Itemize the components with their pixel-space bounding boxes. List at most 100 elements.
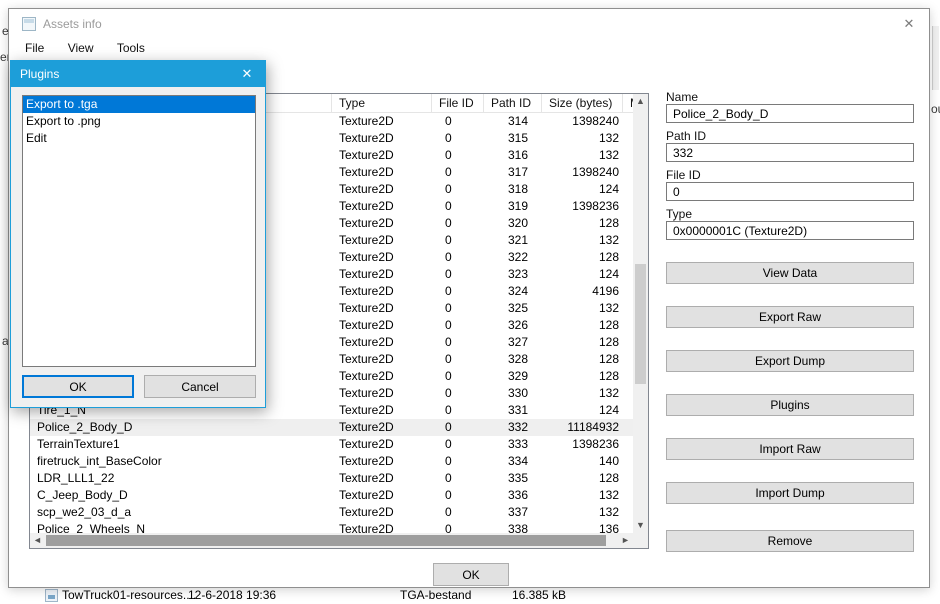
name-field[interactable] — [666, 104, 914, 123]
cell-type: Texture2D — [339, 505, 394, 519]
cell-name: Police_2_Wheels_N — [37, 522, 146, 533]
plugin-item[interactable]: Export to .png — [23, 113, 255, 130]
cell-fileid: 0 — [445, 114, 452, 128]
plugins-cancel-button[interactable]: Cancel — [144, 375, 256, 398]
cell-type: Texture2D — [339, 165, 394, 179]
cell-pathid: 321 — [507, 233, 528, 247]
import-dump-button[interactable]: Import Dump — [666, 482, 914, 504]
cell-mod — [623, 232, 633, 249]
type-field[interactable] — [666, 221, 914, 240]
cell-pathid: 323 — [507, 267, 528, 281]
cell-mod — [623, 198, 633, 215]
vertical-scroll-thumb[interactable] — [635, 264, 646, 384]
cell-type: Texture2D — [339, 369, 394, 383]
table-row[interactable]: Police_2_Body_D Texture2D 0 332 11184932 — [30, 419, 633, 436]
plugins-dialog: Plugins ✕ Export to .tga Export to .png Ed… — [10, 60, 266, 408]
path-id-field[interactable] — [666, 143, 914, 162]
cell-name: TerrainTexture1 — [37, 437, 120, 451]
export-dump-button[interactable]: Export Dump — [666, 350, 914, 372]
cell-name: LDR_LLL1_22 — [37, 471, 115, 485]
cell-size: 128 — [598, 471, 619, 485]
background-scrollbar-fragment — [932, 26, 939, 90]
cell-pathid: 335 — [507, 471, 528, 485]
cell-fileid: 0 — [445, 505, 452, 519]
table-row[interactable]: firetruck_int_BaseColor Texture2D 0 334 140 — [30, 453, 633, 470]
background-text-fragment: ou — [931, 102, 940, 116]
scroll-down-icon[interactable]: ▼ — [633, 518, 648, 533]
import-raw-button[interactable]: Import Raw — [666, 438, 914, 460]
cell-size: 124 — [598, 182, 619, 196]
background-explorer-file-row[interactable]: TowTruck01-resources.... 12-6-2018 19:36… — [0, 588, 940, 604]
cell-pathid: 336 — [507, 488, 528, 502]
cell-type: Texture2D — [339, 267, 394, 281]
plugins-dialog-close-icon[interactable]: ✕ — [238, 66, 256, 82]
column-header-size[interactable]: Size (bytes) — [542, 94, 623, 113]
plugins-ok-button[interactable]: OK — [22, 375, 134, 398]
cell-mod — [623, 504, 633, 521]
cell-type: Texture2D — [339, 199, 394, 213]
horizontal-scroll-thumb[interactable] — [46, 535, 606, 546]
table-row[interactable]: scp_we2_03_d_a Texture2D 0 337 132 — [30, 504, 633, 521]
table-row[interactable]: C_Jeep_Body_D Texture2D 0 336 132 — [30, 487, 633, 504]
cell-size: 124 — [598, 267, 619, 281]
cell-mod — [623, 436, 633, 453]
ok-button[interactable]: OK — [433, 563, 509, 586]
horizontal-scrollbar[interactable]: ◄ ► — [30, 533, 633, 548]
cell-pathid: 316 — [507, 148, 528, 162]
file-date: 12-6-2018 19:36 — [188, 588, 277, 602]
table-row[interactable]: Police_2_Wheels_N Texture2D 0 338 136 — [30, 521, 633, 533]
view-data-button[interactable]: View Data — [666, 262, 914, 284]
scroll-left-icon[interactable]: ◄ — [30, 533, 45, 548]
table-row[interactable]: LDR_LLL1_22 Texture2D 0 335 128 — [30, 470, 633, 487]
cell-pathid: 320 — [507, 216, 528, 230]
remove-button[interactable]: Remove — [666, 530, 914, 552]
plugins-list[interactable]: Export to .tga Export to .png Edit — [22, 95, 256, 367]
cell-fileid: 0 — [445, 148, 452, 162]
cell-fileid: 0 — [445, 199, 452, 213]
scroll-right-icon[interactable]: ► — [618, 533, 633, 548]
cell-mod — [623, 283, 633, 300]
cell-mod — [623, 419, 633, 436]
cell-mod — [623, 334, 633, 351]
menu-file[interactable]: File — [15, 37, 54, 59]
menu-view[interactable]: View — [58, 37, 104, 59]
cell-fileid: 0 — [445, 454, 452, 468]
table-row[interactable]: TerrainTexture1 Texture2D 0 333 1398236 — [30, 436, 633, 453]
cell-size: 136 — [598, 522, 619, 533]
cell-fileid: 0 — [445, 352, 452, 366]
cell-pathid: 327 — [507, 335, 528, 349]
plugin-item[interactable]: Edit — [23, 130, 255, 147]
title-bar[interactable]: Assets info ✕ — [9, 9, 929, 39]
cell-mod — [623, 249, 633, 266]
cell-pathid: 322 — [507, 250, 528, 264]
close-icon[interactable]: ✕ — [899, 15, 919, 33]
menu-tools[interactable]: Tools — [107, 37, 155, 59]
cell-pathid: 319 — [507, 199, 528, 213]
cell-mod — [623, 113, 633, 130]
file-id-field[interactable] — [666, 182, 914, 201]
cell-fileid: 0 — [445, 471, 452, 485]
app-icon — [22, 17, 36, 31]
scroll-up-icon[interactable]: ▲ — [633, 94, 648, 109]
cell-mod — [623, 215, 633, 232]
plugins-dialog-title-bar[interactable]: Plugins ✕ — [11, 61, 265, 87]
cell-pathid: 317 — [507, 165, 528, 179]
window-title: Assets info — [43, 17, 102, 31]
cell-type: Texture2D — [339, 403, 394, 417]
column-header-modified[interactable]: M — [623, 94, 633, 113]
vertical-scrollbar[interactable]: ▲ ▼ — [633, 94, 648, 533]
cell-fileid: 0 — [445, 437, 452, 451]
cell-type: Texture2D — [339, 114, 394, 128]
cell-type: Texture2D — [339, 301, 394, 315]
plugin-item[interactable]: Export to .tga — [23, 96, 255, 113]
column-header-file-id[interactable]: File ID — [432, 94, 484, 113]
column-header-type[interactable]: Type — [332, 94, 432, 113]
file-icon — [45, 589, 58, 602]
column-header-path-id[interactable]: Path ID — [484, 94, 542, 113]
cell-pathid: 318 — [507, 182, 528, 196]
export-raw-button[interactable]: Export Raw — [666, 306, 914, 328]
cell-mod — [623, 453, 633, 470]
type-label: Type — [666, 207, 693, 221]
cell-type: Texture2D — [339, 522, 394, 533]
plugins-button[interactable]: Plugins — [666, 394, 914, 416]
